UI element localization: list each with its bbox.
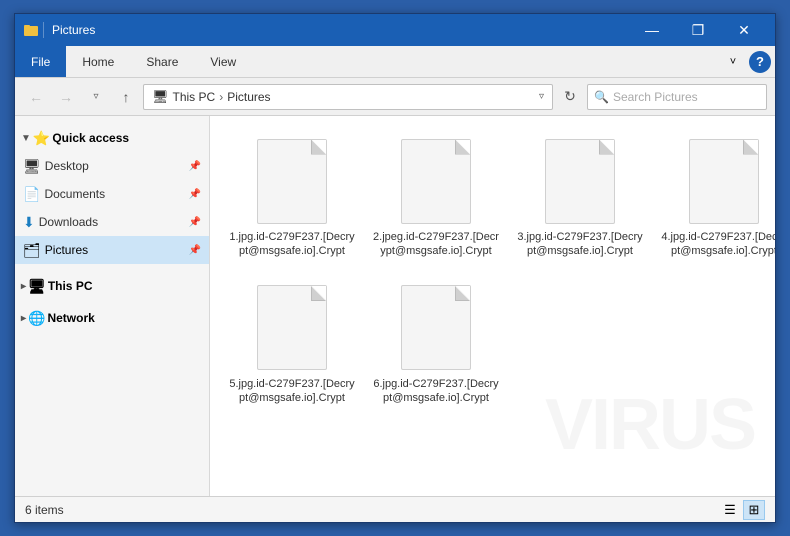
file-doc-icon: [689, 139, 759, 224]
main-content: ▼ ⭐ Quick access 🖥 Desktop 📌 📄 Documents…: [15, 116, 775, 496]
menu-share[interactable]: Share: [130, 46, 194, 77]
menu-home[interactable]: Home: [66, 46, 130, 77]
title-bar-icons: [23, 22, 44, 38]
file-icon-wrapper: [396, 136, 476, 226]
file-doc-icon: [545, 139, 615, 224]
file-name: 3.jpg.id-C279F237.[Decrypt@msgsafe.io].C…: [515, 230, 645, 259]
file-doc-icon: [257, 285, 327, 370]
file-item[interactable]: 6.jpg.id-C279F237.[Decrypt@msgsafe.io].C…: [366, 275, 506, 414]
file-icon-wrapper: [540, 136, 620, 226]
file-name: 1.jpg.id-C279F237.[Decrypt@msgsafe.io].C…: [227, 230, 357, 259]
sidebar-documents-label: Documents: [44, 187, 184, 201]
title-bar: Pictures — ❐ ✕: [15, 14, 775, 46]
address-bar: ← → ▿ ↑ 🖥 This PC › Pictures ▿ ↻ 🔍 Searc…: [15, 78, 775, 116]
downloads-icon: ⬇: [23, 214, 35, 231]
grid-view-button[interactable]: ⊞: [743, 500, 765, 520]
downloads-pin-icon: 📌: [189, 217, 201, 228]
folder-icon: [23, 22, 39, 38]
network-header[interactable]: ▸ 🌐 Network: [15, 304, 209, 332]
pictures-icon: 🗂: [23, 242, 41, 259]
help-button[interactable]: ?: [749, 51, 771, 73]
minimize-button[interactable]: —: [629, 14, 675, 46]
view-buttons: ☰ ⊞: [719, 500, 765, 520]
desktop-icon: 🖥: [23, 158, 41, 175]
menu-bar: File Home Share View ˅ ?: [15, 46, 775, 78]
file-name: 5.jpg.id-C279F237.[Decrypt@msgsafe.io].C…: [227, 377, 357, 406]
file-area: 1.jpg.id-C279F237.[Decrypt@msgsafe.io].C…: [210, 116, 775, 496]
file-name: 2.jpeg.id-C279F237.[Decrypt@msgsafe.io].…: [371, 230, 501, 259]
documents-icon: 📄: [23, 186, 40, 203]
path-pictures: Pictures: [227, 90, 270, 104]
close-button[interactable]: ✕: [721, 14, 767, 46]
sidebar-item-pictures[interactable]: 🗂 Pictures 📌: [15, 236, 209, 264]
file-item[interactable]: 4.jpg.id-C279F237.[Decrypt@msgsafe.io].C…: [654, 128, 775, 267]
status-bar: 6 items ☰ ⊞: [15, 496, 775, 522]
thispc-chevron: ▸: [21, 281, 26, 292]
file-doc-icon: [401, 285, 471, 370]
path-dropdown-icon[interactable]: ▿: [539, 91, 544, 102]
file-doc-icon: [401, 139, 471, 224]
forward-button[interactable]: →: [53, 84, 79, 110]
file-item[interactable]: 1.jpg.id-C279F237.[Decrypt@msgsafe.io].C…: [222, 128, 362, 267]
sidebar: ▼ ⭐ Quick access 🖥 Desktop 📌 📄 Documents…: [15, 116, 210, 496]
thispc-icon: 🖥: [28, 278, 46, 295]
back-button[interactable]: ←: [23, 84, 49, 110]
search-icon: 🔍: [594, 90, 609, 104]
up-history-button[interactable]: ▿: [83, 84, 109, 110]
sidebar-item-desktop[interactable]: 🖥 Desktop 📌: [15, 152, 209, 180]
item-count: 6 items: [25, 503, 64, 517]
file-name: 6.jpg.id-C279F237.[Decrypt@msgsafe.io].C…: [371, 377, 501, 406]
documents-pin-icon: 📌: [189, 189, 201, 200]
file-item[interactable]: 5.jpg.id-C279F237.[Decrypt@msgsafe.io].C…: [222, 275, 362, 414]
sidebar-downloads-label: Downloads: [39, 215, 185, 229]
search-placeholder: Search Pictures: [613, 90, 760, 104]
sidebar-network-label: Network: [47, 311, 94, 325]
menu-file[interactable]: File: [15, 46, 66, 77]
file-icon-wrapper: [252, 283, 332, 373]
file-item[interactable]: 3.jpg.id-C279F237.[Decrypt@msgsafe.io].C…: [510, 128, 650, 267]
file-item[interactable]: 2.jpeg.id-C279F237.[Decrypt@msgsafe.io].…: [366, 128, 506, 267]
sidebar-desktop-label: Desktop: [45, 159, 185, 173]
star-icon: ⭐: [33, 130, 50, 147]
sidebar-item-documents[interactable]: 📄 Documents 📌: [15, 180, 209, 208]
sidebar-item-downloads[interactable]: ⬇ Downloads 📌: [15, 208, 209, 236]
refresh-button[interactable]: ↻: [557, 84, 583, 110]
file-grid: 1.jpg.id-C279F237.[Decrypt@msgsafe.io].C…: [222, 128, 763, 413]
quick-access-label: Quick access: [52, 131, 129, 145]
list-view-button[interactable]: ☰: [719, 500, 741, 520]
ribbon-collapse-button[interactable]: ˅: [721, 50, 745, 74]
quick-access-header[interactable]: ▼ ⭐ Quick access: [15, 124, 209, 152]
computer-icon: 🖥: [152, 89, 169, 105]
file-icon-wrapper: [684, 136, 764, 226]
address-path[interactable]: 🖥 This PC › Pictures ▿: [143, 84, 553, 110]
sidebar-pictures-label: Pictures: [45, 243, 185, 257]
network-icon: 🌐: [28, 310, 45, 327]
title-bar-controls: — ❐ ✕: [629, 14, 767, 46]
thispc-header[interactable]: ▸ 🖥 This PC: [15, 272, 209, 300]
sidebar-thispc-label: This PC: [48, 279, 93, 293]
quick-access-chevron: ▼: [21, 133, 31, 144]
file-doc-icon: [257, 139, 327, 224]
pictures-pin-icon: 📌: [189, 245, 201, 256]
file-icon-wrapper: [396, 283, 476, 373]
path-sep-1: ›: [219, 90, 223, 104]
file-icon-wrapper: [252, 136, 332, 226]
path-thispc: This PC: [173, 90, 216, 104]
network-chevron: ▸: [21, 313, 26, 324]
explorer-window: Pictures — ❐ ✕ File Home Share View ˅ ? …: [14, 13, 776, 523]
file-name: 4.jpg.id-C279F237.[Decrypt@msgsafe.io].C…: [659, 230, 775, 259]
search-box[interactable]: 🔍 Search Pictures: [587, 84, 767, 110]
desktop-pin-icon: 📌: [189, 161, 201, 172]
maximize-button[interactable]: ❐: [675, 14, 721, 46]
menu-view[interactable]: View: [194, 46, 252, 77]
up-button[interactable]: ↑: [113, 84, 139, 110]
window-title: Pictures: [52, 23, 629, 37]
